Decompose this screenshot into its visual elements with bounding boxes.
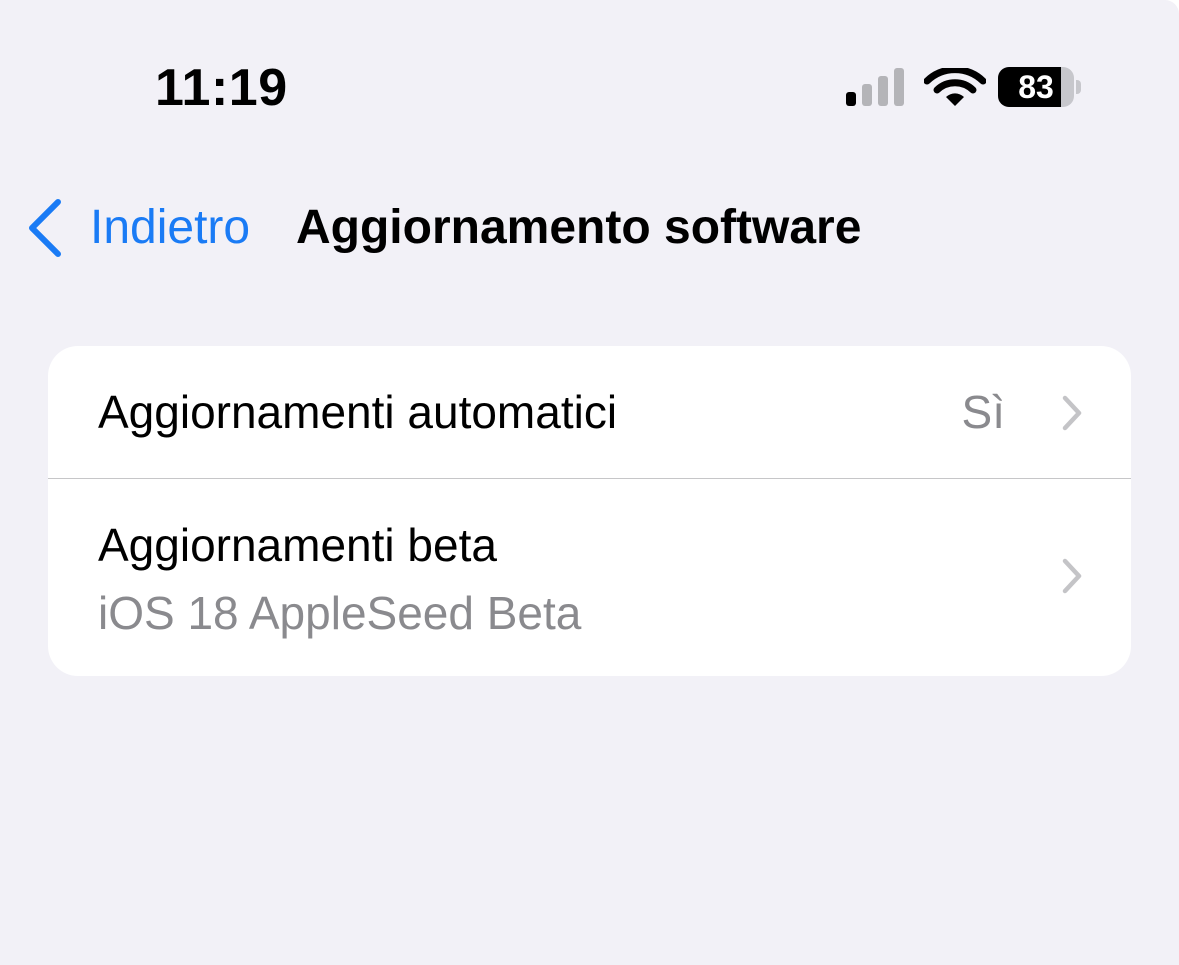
- page-title: Aggiornamento software: [296, 201, 862, 254]
- chevron-right-icon: [1062, 558, 1082, 594]
- back-button[interactable]: Indietro: [24, 196, 250, 260]
- chevron-right-icon: [1062, 395, 1082, 431]
- status-time: 11:19: [155, 59, 288, 117]
- cellular-signal-icon: [846, 68, 906, 106]
- chevron-left-icon: [29, 199, 61, 257]
- beta-updates-row[interactable]: Aggiornamenti beta iOS 18 AppleSeed Beta: [48, 479, 1131, 676]
- battery-level: 83: [1018, 69, 1054, 105]
- automatic-updates-row[interactable]: Aggiornamenti automatici Sì: [48, 346, 1131, 478]
- automatic-updates-value: Sì: [961, 386, 1005, 438]
- battery-body: 83: [998, 67, 1074, 107]
- back-label: Indietro: [90, 201, 251, 254]
- wifi-icon: [923, 66, 987, 108]
- battery-icon: 83: [998, 67, 1082, 109]
- settings-screen: 11:19 83 Indietro Aggiornamento software…: [0, 0, 1179, 965]
- settings-group: Aggiornamenti automatici Sì Aggiornament…: [48, 346, 1131, 676]
- beta-updates-label: Aggiornamenti beta: [98, 519, 497, 571]
- battery-tip: [1076, 80, 1081, 94]
- beta-updates-subtitle: iOS 18 AppleSeed Beta: [98, 587, 582, 639]
- automatic-updates-label: Aggiornamenti automatici: [98, 386, 618, 438]
